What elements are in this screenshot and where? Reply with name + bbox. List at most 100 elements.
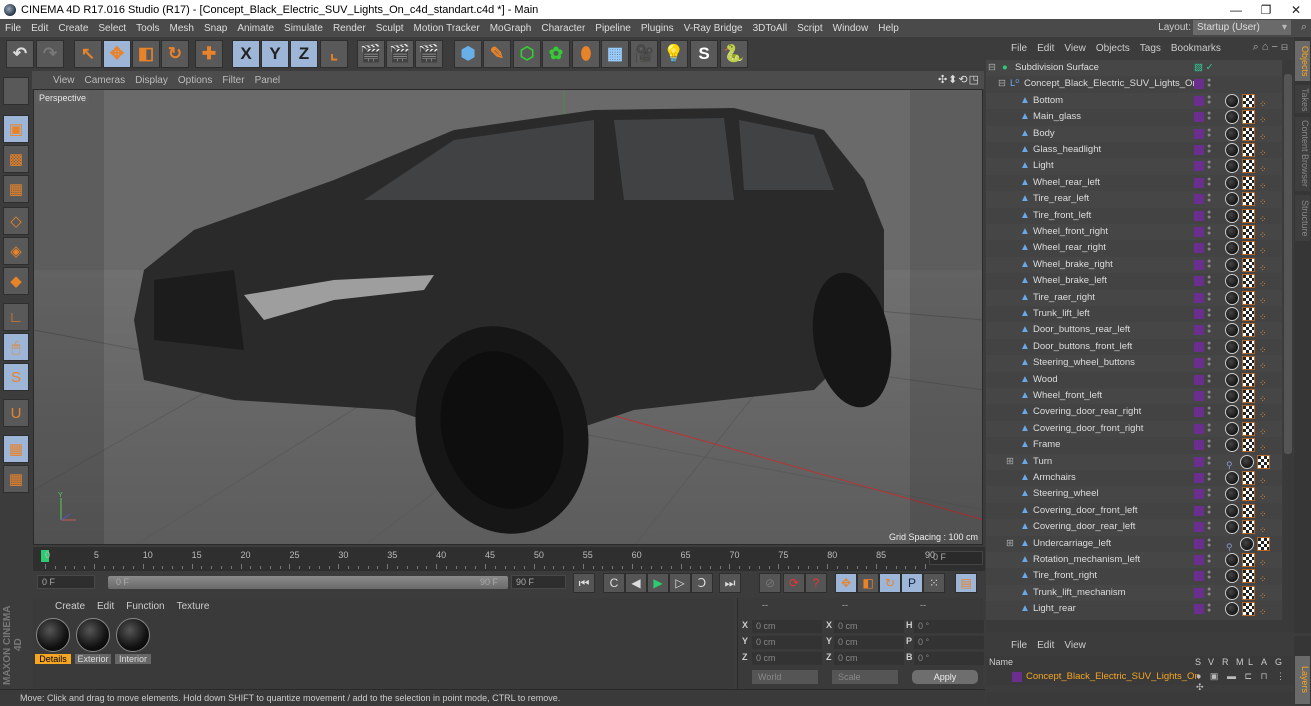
material-tag-icon[interactable] xyxy=(1225,241,1239,256)
deformer-icon[interactable]: ⬮ xyxy=(572,40,600,68)
uvw-tag-icon[interactable] xyxy=(1242,159,1255,174)
layer-color-swatch[interactable] xyxy=(1194,489,1204,500)
object-row[interactable]: ▲ Trunk_lift_mechanism ● ● ⁘ xyxy=(986,584,1282,602)
play-icon[interactable]: ▶ xyxy=(647,573,669,593)
visibility-dots-icon[interactable]: ● ● xyxy=(1207,258,1211,270)
layer-color-swatch[interactable] xyxy=(1194,309,1204,319)
object-name[interactable]: Bottom xyxy=(1033,93,1063,109)
coordinate-mode-dropdown[interactable]: Scale xyxy=(832,670,898,684)
layer-color-swatch[interactable] xyxy=(1194,177,1204,188)
uvw-tag-icon[interactable] xyxy=(1242,487,1255,502)
visibility-dots-icon[interactable]: ● ● xyxy=(1207,143,1211,155)
uvw-tag-icon[interactable] xyxy=(1242,290,1255,305)
menu-plugins[interactable]: Plugins xyxy=(636,23,679,34)
object-name[interactable]: Tire_raer_right xyxy=(1033,290,1095,306)
visibility-dots-icon[interactable]: ● ● xyxy=(1207,356,1211,368)
layer-color-swatch[interactable] xyxy=(1194,341,1204,352)
visibility-dots-icon[interactable]: ● ● xyxy=(1207,274,1211,286)
menu-create[interactable]: Create xyxy=(53,23,93,34)
material-tag-icon[interactable] xyxy=(1225,471,1239,485)
visibility-dots-icon[interactable]: ● ● xyxy=(1207,553,1211,565)
object-row[interactable]: ▲ Rotation_mechanism_left ● ● ⁘ xyxy=(986,552,1282,569)
object-name[interactable]: Undercarriage_left xyxy=(1033,536,1111,552)
scale-icon[interactable]: ◧ xyxy=(132,40,160,68)
object-name[interactable]: Light_rear xyxy=(1033,601,1076,617)
object-name[interactable]: Turn xyxy=(1033,454,1052,470)
uvw-tag-icon[interactable] xyxy=(1242,110,1255,125)
material-preview[interactable] xyxy=(116,618,150,652)
snap-icon[interactable]: S xyxy=(3,363,29,391)
object-name[interactable]: Trunk_lift_left xyxy=(1033,306,1090,322)
object-menu-objects[interactable]: Objects xyxy=(1091,43,1135,54)
coordinate-system-icon[interactable]: ⌞ xyxy=(320,40,348,68)
visibility-dots-icon[interactable]: ● ● xyxy=(1207,389,1211,401)
uvw-tag-icon[interactable] xyxy=(1242,372,1255,387)
magnet-icon[interactable]: U xyxy=(3,399,29,427)
object-row[interactable]: ▲ Wheel_front_left ● ● ⁘ xyxy=(986,388,1282,405)
uvw-tag-icon[interactable] xyxy=(1242,602,1255,617)
search-icon[interactable]: ⌕ xyxy=(1301,21,1307,34)
material-tag-icon[interactable] xyxy=(1225,339,1239,354)
cloner-icon[interactable]: ✿ xyxy=(542,40,570,68)
tab-content-browser[interactable]: Content Browser xyxy=(1295,117,1310,191)
layer-column-v[interactable]: V xyxy=(1208,657,1214,667)
size-z-field[interactable]: 0 cm xyxy=(834,652,904,665)
redo-icon[interactable]: ↷ xyxy=(36,40,64,68)
object-row[interactable]: ▲ Armchairs ● ● ⁘ xyxy=(986,470,1282,486)
pos-y-field[interactable]: 0 cm xyxy=(752,636,822,649)
object-name[interactable]: Wheel_rear_left xyxy=(1033,175,1100,191)
layer-color-swatch[interactable] xyxy=(1194,473,1204,483)
material-tag-icon[interactable] xyxy=(1225,126,1239,141)
object-name[interactable]: Tire_front_left xyxy=(1033,208,1091,224)
layer-column-g[interactable]: G xyxy=(1275,657,1282,667)
viewport-menu-cameras[interactable]: Cameras xyxy=(80,75,131,86)
object-row[interactable]: ▲ Covering_door_front_right ● ● ⁘ xyxy=(986,420,1282,438)
layer-color-swatch[interactable] xyxy=(1194,161,1204,172)
key-parameter-icon[interactable]: P xyxy=(901,573,923,593)
material-preview[interactable] xyxy=(76,618,110,652)
visibility-dots-icon[interactable]: ● ● xyxy=(1207,209,1211,221)
visibility-dots-icon[interactable]: ● ● xyxy=(1207,307,1211,319)
object-menu-tags[interactable]: Tags xyxy=(1135,43,1166,54)
object-row[interactable]: ▲ Door_buttons_rear_left ● ● ⁘ xyxy=(986,322,1282,339)
uvw-tag-icon[interactable] xyxy=(1242,192,1255,207)
material-tag-icon[interactable] xyxy=(1225,93,1239,108)
object-row[interactable]: ▲ Wheel_brake_right ● ● ⁘ xyxy=(986,256,1282,274)
uvw-tag-icon[interactable] xyxy=(1257,454,1270,469)
menu-snap[interactable]: Snap xyxy=(199,23,232,34)
layer-color-swatch[interactable] xyxy=(1194,325,1204,336)
object-name[interactable]: Trunk_lift_mechanism xyxy=(1033,585,1126,601)
restore-button[interactable]: ❐ xyxy=(1251,0,1281,19)
material-label[interactable]: Interior xyxy=(115,654,151,664)
menu-tools[interactable]: Tools xyxy=(131,23,164,34)
subdivision-icon[interactable]: ⬡ xyxy=(513,40,541,68)
layer-color-swatch[interactable] xyxy=(1194,292,1204,303)
object-row[interactable]: ▲ Covering_door_rear_right ● ● ⁘ xyxy=(986,404,1282,420)
current-frame-field[interactable]: 0 F xyxy=(929,551,983,565)
material-tag-icon[interactable] xyxy=(1225,307,1239,321)
visibility-dots-icon[interactable]: ● ● xyxy=(1207,504,1211,516)
material-tag-icon[interactable] xyxy=(1240,536,1254,551)
visibility-dots-icon[interactable]: ● ● xyxy=(1207,520,1211,532)
layer-column-m[interactable]: M xyxy=(1236,657,1244,667)
material-tag-icon[interactable] xyxy=(1240,454,1254,469)
layer-color-swatch[interactable] xyxy=(1194,374,1204,385)
layer-color-swatch[interactable] xyxy=(1194,522,1204,533)
layer-color-swatch[interactable] xyxy=(1194,456,1204,467)
suv-model[interactable] xyxy=(34,90,983,545)
uvw-tag-icon[interactable] xyxy=(1242,421,1255,436)
object-name[interactable]: Wheel_front_left xyxy=(1033,388,1102,404)
menu-animate[interactable]: Animate xyxy=(232,23,279,34)
material-tag-icon[interactable] xyxy=(1225,421,1239,436)
object-name[interactable]: Rotation_mechanism_left xyxy=(1033,552,1140,568)
camera-icon[interactable]: 🎥 xyxy=(630,40,658,68)
object-list-hscrollbar[interactable] xyxy=(986,620,1294,632)
autokey-icon[interactable]: ⟳ xyxy=(783,573,805,593)
object-name[interactable]: Covering_door_rear_right xyxy=(1033,404,1141,420)
texture-mode-icon[interactable]: ▩ xyxy=(3,145,29,173)
axis-mode-icon[interactable]: ∟ xyxy=(3,303,29,331)
layer-color-swatch[interactable] xyxy=(1194,604,1204,615)
record-disabled-icon[interactable]: ⊘ xyxy=(759,573,781,593)
material-tag-icon[interactable] xyxy=(1225,520,1239,535)
uvw-tag-icon[interactable] xyxy=(1242,503,1255,518)
